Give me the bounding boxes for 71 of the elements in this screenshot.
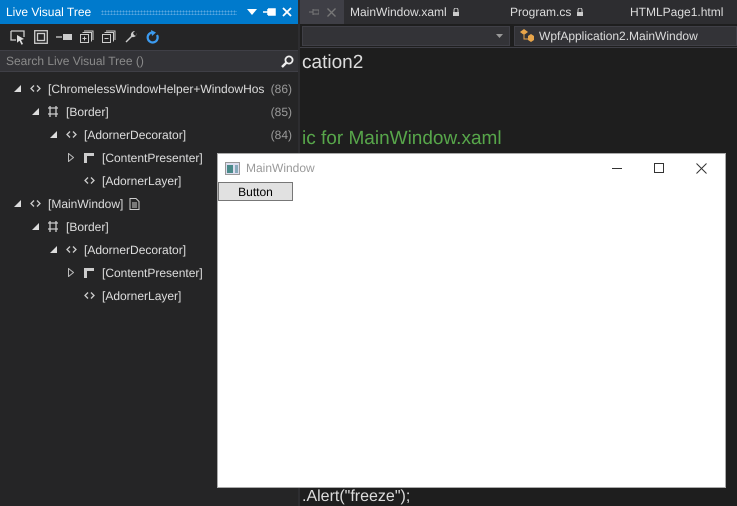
tree-item[interactable]: [ChromelessWindowHelper+WindowHos (86): [0, 77, 298, 100]
tree-item-label: [AdornerDecorator]: [84, 128, 186, 142]
tree-item[interactable]: [Border] (85): [0, 100, 298, 123]
angle-brackets-icon: [30, 200, 41, 207]
descendant-count: (84): [270, 128, 292, 142]
tree-item-label: [ContentPresenter]: [102, 266, 203, 280]
tab-label: MainWindow.xaml: [350, 5, 447, 19]
class-dropdown[interactable]: WpfApplication2.MainWindow: [514, 26, 737, 46]
tree-item-label: [ContentPresenter]: [102, 150, 203, 164]
file-tab[interactable]: Program.cs: [504, 0, 624, 24]
collapsed-arrow-icon[interactable]: [68, 268, 74, 277]
wrench-icon[interactable]: [124, 30, 138, 44]
presenter-icon: [84, 268, 94, 278]
dropdown-arrow-icon[interactable]: [496, 34, 503, 38]
tree-item-label: [AdornerLayer]: [102, 174, 182, 188]
tree-item-label: [Border]: [66, 220, 109, 234]
close-icon[interactable]: [696, 162, 707, 174]
tab-label: Program.cs: [510, 5, 572, 19]
expanded-arrow-icon[interactable]: [32, 108, 39, 115]
angle-brackets-icon: [30, 85, 41, 92]
expand-all-icon[interactable]: [80, 30, 94, 44]
descendant-count: (85): [270, 104, 292, 118]
search-field[interactable]: Search Live Visual Tree (): [0, 50, 298, 72]
expanded-arrow-icon[interactable]: [50, 131, 57, 138]
tree-item[interactable]: [ContentPresenter]: [0, 261, 209, 284]
track-focus-icon[interactable]: [56, 34, 72, 40]
code-line: .Alert("freeze");: [302, 488, 412, 506]
expanded-arrow-icon[interactable]: [14, 85, 21, 92]
dropdown-icon[interactable]: [247, 9, 257, 15]
file-tab[interactable]: HTMLPage1.html: [624, 0, 730, 24]
select-element-icon[interactable]: [10, 30, 26, 44]
tree-item[interactable]: [MainWindow]: [0, 192, 146, 215]
search-icon[interactable]: [281, 54, 294, 68]
tree-item[interactable]: [AdornerDecorator] (84): [0, 123, 298, 146]
tree-item-label: [AdornerLayer]: [102, 288, 182, 302]
refresh-icon[interactable]: [146, 30, 160, 44]
panel-title: Live Visual Tree: [6, 5, 92, 19]
document-icon[interactable]: [129, 198, 140, 210]
tree-item-label: [Border]: [66, 104, 109, 118]
collapse-all-icon[interactable]: [102, 30, 116, 44]
tree-item-label: [ChromelessWindowHelper+WindowHos: [48, 82, 264, 96]
code-line: ic for MainWindow.xaml: [302, 127, 503, 151]
maximize-icon[interactable]: [654, 163, 664, 173]
angle-brackets-icon: [84, 292, 95, 299]
tree-item[interactable]: [AdornerDecorator]: [0, 238, 192, 261]
tree-item[interactable]: [AdornerLayer]: [0, 169, 188, 192]
angle-brackets-icon: [66, 246, 77, 253]
button[interactable]: Button: [218, 182, 293, 201]
expanded-arrow-icon[interactable]: [32, 223, 39, 230]
descendant-count: (86): [270, 82, 292, 96]
expanded-arrow-icon[interactable]: [14, 200, 21, 207]
window-title: MainWindow: [246, 161, 315, 175]
tree-item[interactable]: [Border]: [0, 215, 115, 238]
border-icon: [48, 221, 58, 232]
collapsed-arrow-icon[interactable]: [68, 153, 74, 162]
search-input[interactable]: Search Live Visual Tree (): [6, 53, 281, 69]
tab-label: HTMLPage1.html: [630, 5, 724, 19]
code-line: cation2: [302, 51, 364, 75]
tree-item[interactable]: [AdornerLayer]: [0, 284, 188, 307]
tree-item-label: [AdornerDecorator]: [84, 242, 186, 256]
border-icon: [48, 106, 58, 117]
expanded-arrow-icon[interactable]: [50, 246, 57, 253]
tree-item[interactable]: [ContentPresenter]: [0, 146, 209, 169]
adorner-icon[interactable]: [34, 30, 48, 44]
angle-brackets-icon: [84, 177, 95, 184]
window-icon: [225, 162, 240, 174]
file-tab[interactable]: MainWindow.xaml: [344, 0, 504, 24]
tree-item-label: [MainWindow]: [48, 196, 124, 210]
class-icon: [519, 28, 535, 42]
presenter-icon: [84, 152, 94, 162]
angle-brackets-icon: [66, 131, 77, 138]
